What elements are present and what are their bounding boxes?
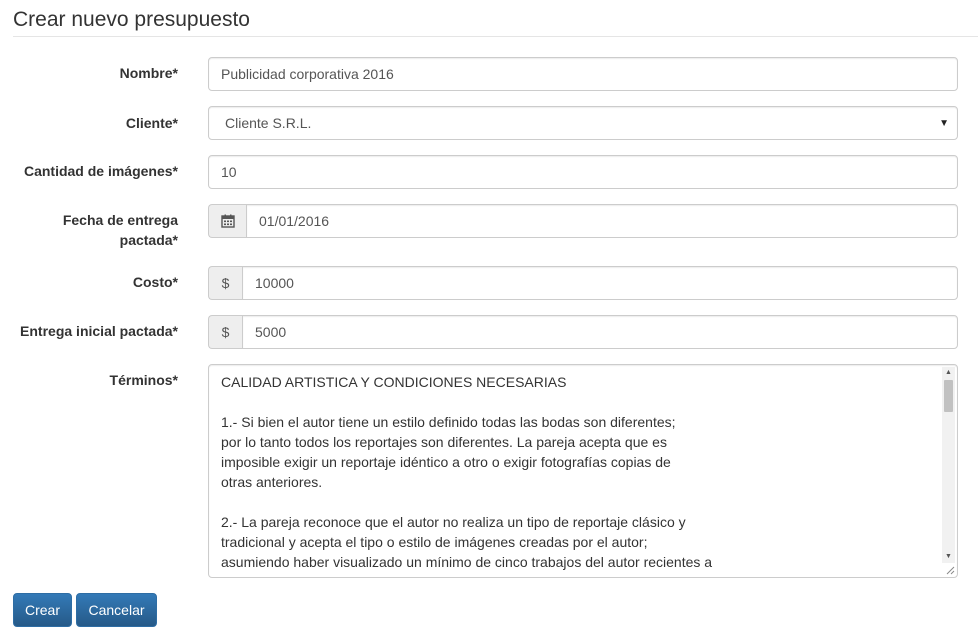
calendar-icon [220,214,235,228]
dollar-addon: $ [208,266,242,300]
entrega-input-group: $ 5000 [208,315,958,349]
cliente-value: Cliente S.R.L. [225,115,312,131]
fecha-input-group: 01/01/2016 [208,204,958,238]
scroll-up-arrow-icon[interactable]: ▲ [942,367,955,379]
fecha-value: 01/01/2016 [259,213,330,229]
costo-value: 10000 [255,275,294,291]
terminos-label: Términos* [109,372,178,388]
textarea-scrollbar[interactable]: ▲ ▼ [942,367,955,563]
cantidad-input[interactable]: 10 [208,155,958,189]
terminos-textarea[interactable]: CALIDAD ARTISTICA Y CONDICIONES NECESARI… [208,364,958,578]
cantidad-label: Cantidad de imágenes* [23,163,178,179]
nombre-value: Publicidad corporativa 2016 [221,66,394,82]
costo-label: Costo* [132,274,178,290]
costo-input[interactable]: 10000 [242,266,958,300]
fecha-label-line2: pactada* [119,232,178,248]
entrega-input[interactable]: 5000 [242,315,958,349]
scroll-thumb[interactable] [944,380,953,412]
fecha-label: Fecha de entrega pactada* [8,210,178,250]
cantidad-value: 10 [221,164,237,180]
terminos-value: CALIDAD ARTISTICA Y CONDICIONES NECESARI… [221,374,713,577]
nombre-input[interactable]: Publicidad corporativa 2016 [208,57,958,91]
page-title: Crear nuevo presupuesto [13,8,250,31]
nombre-label: Nombre* [119,65,178,81]
scroll-down-arrow-icon[interactable]: ▼ [942,551,955,563]
calendar-addon[interactable] [208,204,246,238]
caret-down-icon: ▼ [939,117,949,129]
costo-input-group: $ 10000 [208,266,958,300]
fecha-label-line1: Fecha de entrega [62,212,178,228]
cliente-label: Cliente* [125,115,178,131]
cliente-select[interactable]: Cliente S.R.L. ▼ [208,106,958,140]
dollar-addon: $ [208,315,242,349]
entrega-value: 5000 [255,324,287,340]
title-divider [13,36,978,37]
crear-button[interactable]: Crear [13,593,72,627]
fecha-input[interactable]: 01/01/2016 [246,204,958,238]
cancelar-button[interactable]: Cancelar [76,593,157,627]
resize-grip-icon[interactable] [945,565,955,575]
entrega-label: Entrega inicial pactada* [20,323,178,339]
